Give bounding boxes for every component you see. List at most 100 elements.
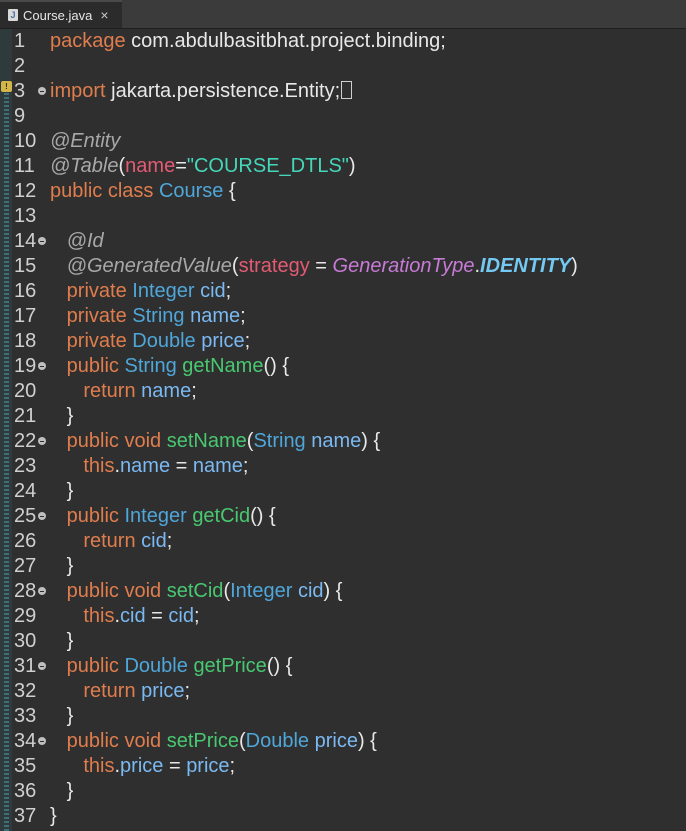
code-line[interactable]: 24 } (0, 479, 686, 504)
code-token: String (124, 355, 177, 377)
code-text: } (50, 554, 74, 579)
code-token: name (141, 380, 192, 402)
code-line[interactable]: 12 public class Course { (0, 179, 686, 204)
code-line[interactable]: 16 private Integer cid; (0, 279, 686, 304)
code-token: String (253, 430, 306, 452)
code-text: } (50, 404, 74, 429)
line-number: 20 (14, 380, 37, 402)
code-line[interactable]: 11 @Table(name="COURSE_DTLS") (0, 154, 686, 179)
code-token: package (50, 30, 126, 52)
code-token: setPrice (166, 730, 239, 752)
code-line[interactable]: 25 public Integer getCid() { (0, 504, 686, 529)
fold-toggle-icon[interactable] (38, 512, 46, 520)
code-token: = (145, 605, 169, 627)
code-token: } (50, 405, 74, 427)
code-text: this.price = price; (50, 754, 235, 779)
code-line[interactable]: 18 private Double price; (0, 329, 686, 354)
line-number: 15 (14, 255, 37, 277)
code-token: cid (120, 605, 146, 627)
line-number: 29 (14, 605, 37, 627)
code-text: package com.abdulbasitbhat.project.bindi… (50, 29, 446, 54)
line-number: 21 (14, 405, 37, 427)
close-icon[interactable]: × (100, 8, 108, 22)
code-line[interactable]: 28 public void setCid(Integer cid) { (0, 579, 686, 604)
code-text: this.name = name; (50, 454, 248, 479)
code-line[interactable]: 33 } (0, 704, 686, 729)
code-line[interactable]: 32 return price; (0, 679, 686, 704)
code-line[interactable]: 17 private String name; (0, 304, 686, 329)
code-line[interactable]: 34 public void setPrice(Double price) { (0, 729, 686, 754)
code-line[interactable]: 15 @GeneratedValue(strategy = Generation… (0, 254, 686, 279)
code-text: return name; (50, 379, 196, 404)
code-line[interactable]: 27 } (0, 554, 686, 579)
code-token: Double (245, 730, 310, 752)
code-token: String (132, 305, 185, 327)
code-line[interactable]: 37} (0, 804, 686, 829)
tab-filename: Course.java (23, 7, 93, 23)
code-token: Double (124, 655, 188, 677)
code-line[interactable]: 22 public void setName(String name) { (0, 429, 686, 454)
code-line[interactable]: 1 package com.abdulbasitbhat.project.bind… (0, 29, 686, 54)
fold-toggle-icon[interactable] (38, 87, 46, 95)
code-token: jakarta.persistence.Entity; (105, 80, 341, 102)
line-number: 28 (14, 580, 37, 602)
code-line[interactable]: 20 return name; (0, 379, 686, 404)
code-token: return (50, 530, 142, 552)
code-token: ; (229, 755, 236, 777)
code-token: getName (182, 355, 264, 377)
fold-toggle-icon[interactable] (38, 437, 46, 445)
code-token: cid (141, 530, 167, 552)
line-number: 10 (14, 130, 37, 152)
fold-toggle-icon[interactable] (38, 237, 46, 245)
code-token: } (50, 805, 57, 827)
code-token: ) (571, 255, 578, 277)
code-token: name (311, 430, 362, 452)
code-line[interactable]: 21 } (0, 404, 686, 429)
code-line[interactable]: 19 public String getName() { (0, 354, 686, 379)
line-number: 19 (14, 355, 37, 377)
java-file-icon: J (8, 9, 18, 21)
code-line[interactable]: 2 (0, 54, 686, 79)
code-line[interactable]: 31 public Double getPrice() { (0, 654, 686, 679)
code-line[interactable]: 35 this.price = price; (0, 754, 686, 779)
code-token: ; (225, 280, 232, 302)
code-line[interactable]: 9 (0, 104, 686, 129)
line-number: 2 (14, 55, 26, 77)
code-line[interactable]: 30 } (0, 629, 686, 654)
code-line[interactable]: 10 @Entity (0, 129, 686, 154)
code-text: } (50, 804, 57, 829)
code-line[interactable]: 13 (0, 204, 686, 229)
fold-toggle-icon[interactable] (38, 662, 46, 670)
code-token: GenerationType (332, 255, 475, 277)
code-token: strategy (238, 255, 310, 277)
line-number: 13 (14, 205, 37, 227)
code-line[interactable]: 29 this.cid = cid; (0, 604, 686, 629)
code-line[interactable]: 14 @Id (0, 229, 686, 254)
code-token: Integer (230, 580, 293, 602)
fold-toggle-icon[interactable] (38, 737, 46, 745)
code-line[interactable]: 26 return cid; (0, 529, 686, 554)
code-token: { (223, 180, 236, 202)
line-number: 18 (14, 330, 37, 352)
code-token: ; (242, 455, 249, 477)
code-line[interactable]: 23 this.name = name; (0, 454, 686, 479)
code-line[interactable]: 3 import jakarta.persistence.Entity; (0, 79, 686, 104)
code-token: } (50, 705, 74, 727)
code-token: Integer (132, 280, 195, 302)
fold-toggle-icon[interactable] (38, 362, 46, 370)
code-token: import (50, 80, 106, 102)
line-number: 22 (14, 430, 37, 452)
code-token: @Entity (50, 130, 121, 152)
tab-course-java[interactable]: J Course.java × (0, 0, 122, 28)
code-token: IDENTITY (480, 255, 572, 277)
code-editor[interactable]: ! 1 package com.abdulbasitbhat.project.bi… (0, 29, 686, 831)
code-text: @Entity (50, 129, 120, 154)
code-token: public (50, 505, 125, 527)
folded-imports-marker[interactable] (341, 81, 353, 99)
code-line[interactable]: 36 } (0, 779, 686, 804)
fold-toggle-icon[interactable] (38, 587, 46, 595)
line-number: 23 (14, 455, 37, 477)
code-token: getCid (192, 505, 251, 527)
line-number: 11 (14, 155, 35, 177)
editor-tab-bar: J Course.java × (0, 0, 686, 29)
